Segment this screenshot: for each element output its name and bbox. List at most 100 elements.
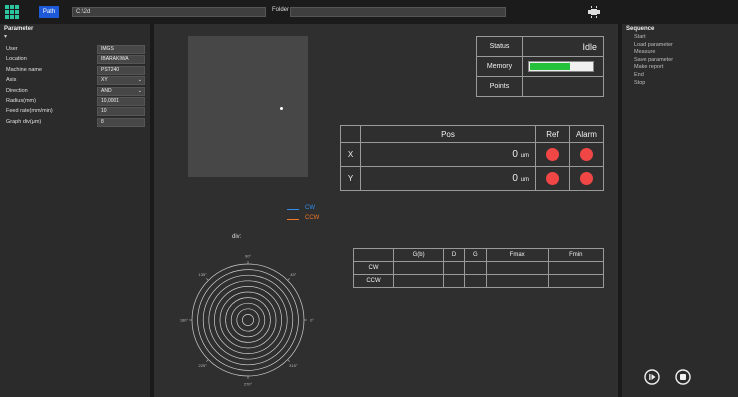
parameter-panel: Parameter ▾ User IMGS Location IBARAKIWA Mac… xyxy=(0,24,150,397)
legend-label-ccw: CCW xyxy=(305,215,320,221)
pos-unit-y: um xyxy=(520,177,529,183)
parameter-label: User xyxy=(6,46,18,52)
parameter-value: XY xyxy=(101,77,108,84)
results-cell xyxy=(463,274,487,288)
parameter-input[interactable]: 8 xyxy=(97,117,145,127)
position-dot xyxy=(280,107,283,110)
memory-bar xyxy=(528,61,594,72)
app-grid-icon[interactable] xyxy=(5,5,19,19)
parameter-input[interactable]: 10 xyxy=(97,107,145,117)
memory-bar-fill xyxy=(530,63,570,70)
parameter-label: Machine name xyxy=(6,66,43,73)
axis-label-x: X xyxy=(340,142,361,167)
parameter-row: Machine name PST240 xyxy=(6,65,146,75)
alarm-cell-y xyxy=(569,166,604,191)
parameter-row: Axis XY ⌄ xyxy=(6,76,146,86)
results-header: G xyxy=(463,248,487,262)
results-cell xyxy=(547,274,605,288)
parameter-input[interactable]: IBARAKIWA xyxy=(97,55,145,65)
polar-tick xyxy=(206,278,209,281)
ref-indicator-x xyxy=(546,148,559,161)
pos-number-y: 0 xyxy=(512,173,518,184)
sequence-item[interactable]: Stop xyxy=(634,80,645,86)
ref-header: Ref xyxy=(535,125,570,143)
polar-tick xyxy=(206,359,209,362)
memory-cell xyxy=(522,56,604,77)
results-corner-cell xyxy=(353,248,394,262)
parameter-value: IBARAKIWA xyxy=(101,56,129,63)
pos-value-y: 0 um xyxy=(360,166,536,191)
results-cell xyxy=(485,274,549,288)
status-label: Status xyxy=(476,36,523,57)
sequence-item[interactable]: End xyxy=(634,72,644,78)
chevron-down-icon: ⌄ xyxy=(137,77,142,84)
parameter-value: IMGS xyxy=(101,46,114,52)
polar-ring xyxy=(230,302,266,338)
results-row-label-ccw: CCW xyxy=(353,274,394,288)
parameter-input[interactable]: IMGS xyxy=(97,45,145,54)
sequence-item[interactable]: Measure xyxy=(634,49,655,55)
polar-ring xyxy=(214,286,282,354)
polar-plot: 90° 45° 0° 315° 270° 225° 180° 135° xyxy=(180,254,314,387)
polar-angle-label: 315° xyxy=(289,363,298,368)
parameter-row: Direction AND ⌄ xyxy=(6,86,146,96)
polar-angle-label: 0° xyxy=(310,318,314,323)
polar-ring xyxy=(208,280,288,360)
connection-icon[interactable] xyxy=(586,4,602,20)
ref-cell-x xyxy=(535,142,570,167)
folder-input[interactable] xyxy=(290,7,506,17)
parameter-input[interactable]: 10,0001 xyxy=(97,97,145,106)
parameter-value: PST240 xyxy=(101,66,120,73)
sequence-item[interactable]: Start xyxy=(634,34,646,40)
parameter-input[interactable]: PST240 xyxy=(97,65,145,75)
results-header: D xyxy=(443,248,465,262)
legend-line-ccw xyxy=(287,219,299,220)
sequence-item[interactable]: Load parameter xyxy=(634,42,673,48)
path-input[interactable]: C:\2d xyxy=(72,7,266,17)
polar-angle-label: 225° xyxy=(199,363,208,368)
status-value: Idle xyxy=(522,36,604,57)
parameter-title: Parameter xyxy=(4,26,34,32)
sequence-item[interactable]: Save parameter xyxy=(634,57,673,63)
results-header: G(b) xyxy=(392,248,445,262)
points-value xyxy=(522,76,604,97)
results-cell xyxy=(392,274,445,288)
status-table: Status Idle Memory Points xyxy=(476,36,604,97)
parameter-row: Location IBARAKIWA xyxy=(6,55,146,65)
parameter-row: Feed rate(mm/min) 10 xyxy=(6,107,146,117)
results-cell xyxy=(443,274,465,288)
sequence-item[interactable]: Make report xyxy=(634,64,663,70)
results-cell xyxy=(392,261,445,275)
parameter-label: Graph div(μm) xyxy=(6,118,42,125)
polar-ring xyxy=(242,314,254,326)
position-screen xyxy=(188,36,308,177)
parameter-row: Graph div(μm) 8 xyxy=(6,117,146,127)
polar-angle-label: 135° xyxy=(199,272,208,277)
parameter-value: AND xyxy=(101,87,112,94)
sequence-panel: Sequence Start Load parameter Measure Save … xyxy=(622,24,738,397)
run-step-button[interactable] xyxy=(644,369,660,385)
parameter-value: 10,0001 xyxy=(101,98,120,104)
results-table: G(b) D G Fmax Fmin CW CCW xyxy=(353,248,605,288)
stop-button[interactable] xyxy=(675,369,691,385)
polar-ring xyxy=(197,269,299,371)
parameter-select[interactable]: XY ⌄ xyxy=(97,76,145,86)
polar-tick xyxy=(287,359,290,362)
position-table: Pos Ref Alarm X 0 um Y 0 um xyxy=(340,125,604,191)
main-area: Status Idle Memory Points Pos Ref Alarm … xyxy=(154,24,618,397)
parameter-label: Radius(mm) xyxy=(6,98,36,104)
chevron-down-icon: ⌄ xyxy=(137,87,142,94)
results-cell xyxy=(547,261,605,275)
top-toolbar: Path C:\2d Folder xyxy=(0,0,738,24)
ref-cell-y xyxy=(535,166,570,191)
alarm-indicator-x xyxy=(580,148,593,161)
polar-ring xyxy=(202,274,294,366)
collapse-chevron-icon[interactable]: ▾ xyxy=(4,33,7,40)
polar-angle-label: 270° xyxy=(244,382,253,387)
folder-label: Folder xyxy=(272,7,290,13)
path-button[interactable]: Path xyxy=(39,6,59,18)
pos-number-x: 0 xyxy=(512,149,518,160)
legend-label-cw: CW xyxy=(305,205,315,211)
parameter-label: Location xyxy=(6,56,27,63)
parameter-select[interactable]: AND ⌄ xyxy=(97,86,145,96)
